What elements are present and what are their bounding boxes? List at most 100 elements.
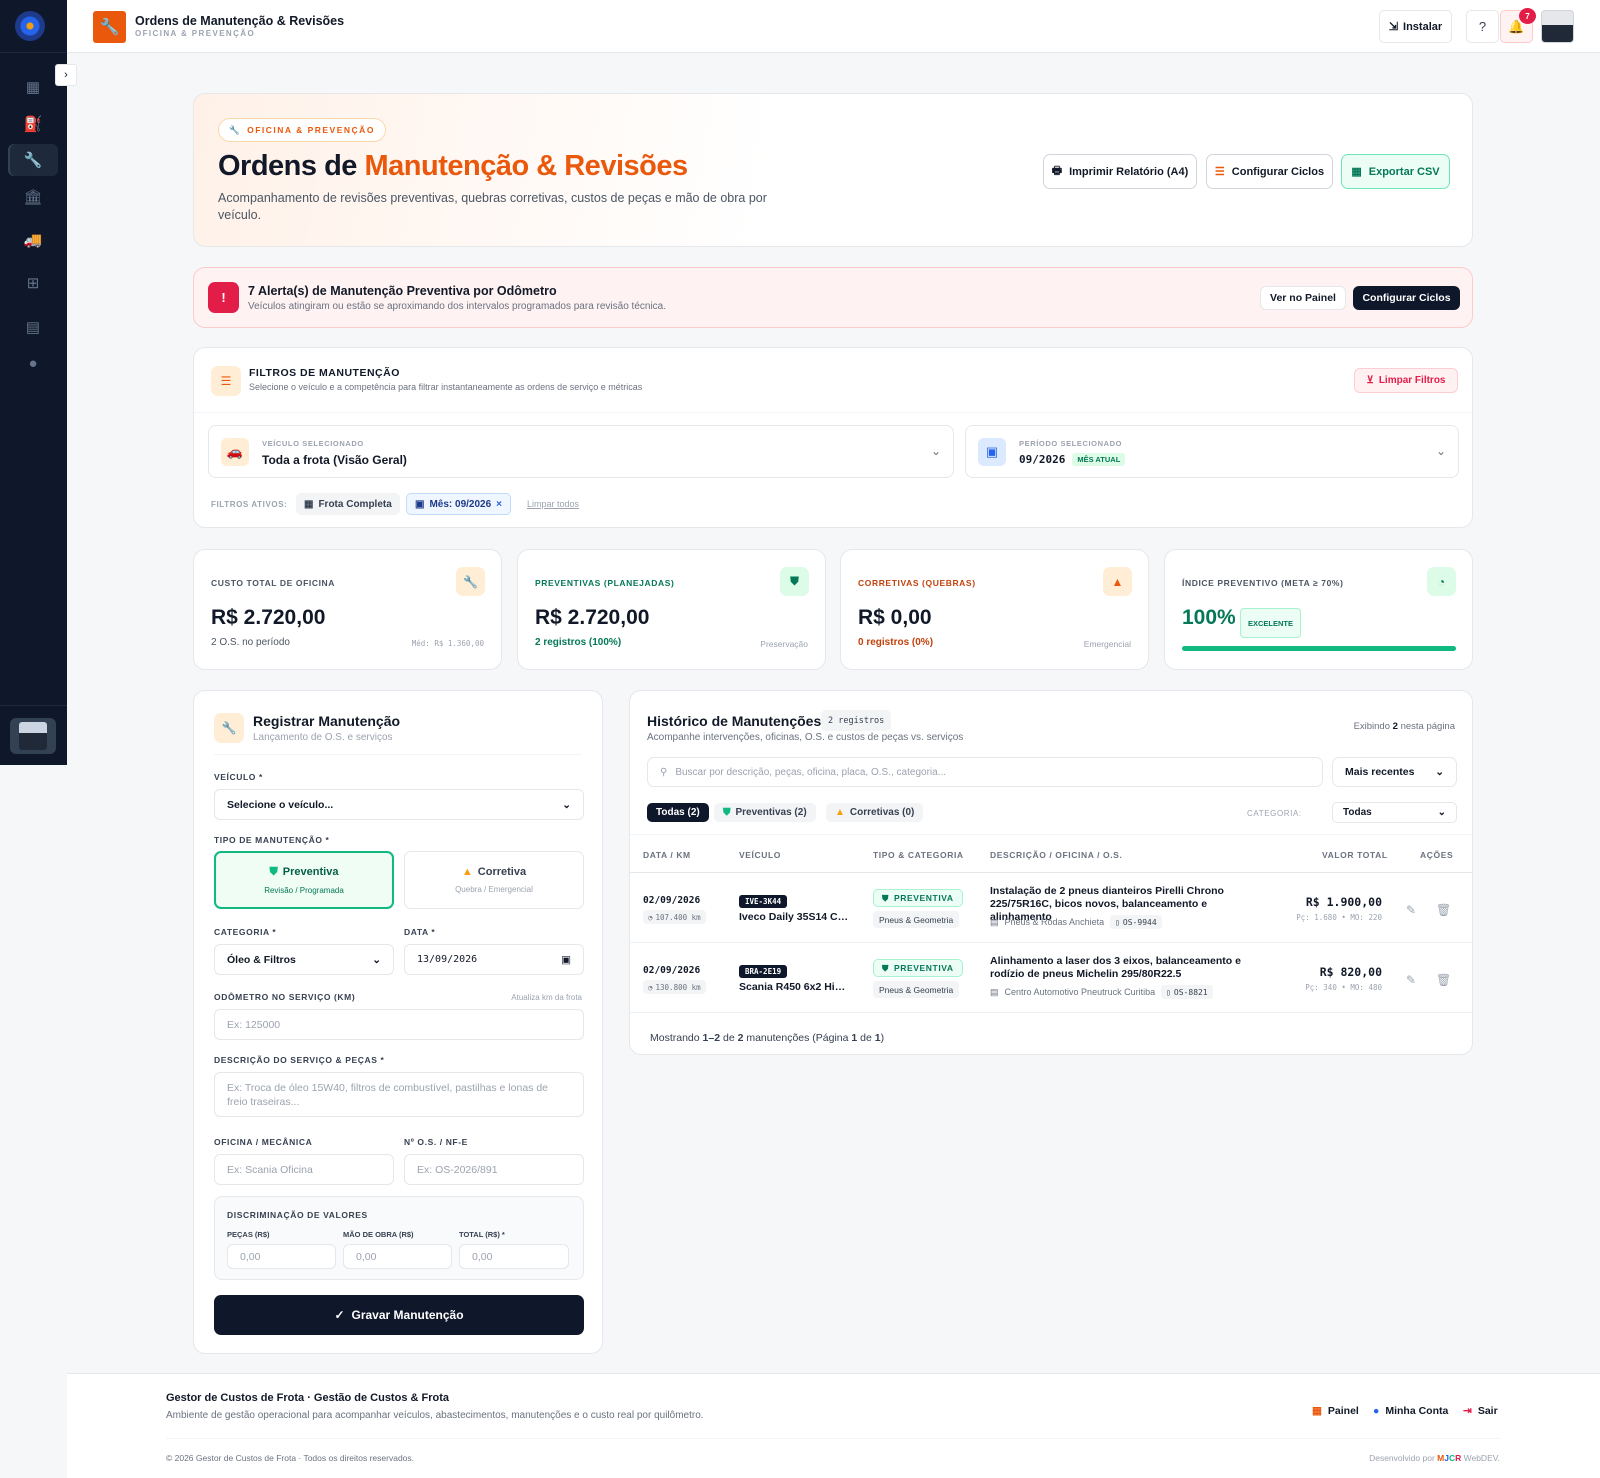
grid-icon[interactable]: ⊞ bbox=[8, 267, 58, 299]
os-number-input[interactable]: Ex: OS-2026/891 bbox=[404, 1154, 584, 1185]
app-logo[interactable] bbox=[15, 11, 45, 41]
edit-icon[interactable]: ✎ bbox=[1406, 973, 1416, 987]
row-os: ▯ OS-9944 bbox=[1110, 915, 1162, 929]
description-textarea[interactable]: Ex: Troca de óleo 15W40, filtros de comb… bbox=[214, 1072, 584, 1117]
history-count-badge: 2 registros bbox=[821, 710, 892, 731]
hero-title: Ordens de Manutenção & Revisões bbox=[218, 150, 688, 183]
row-vehicle: Iveco Daily 35S14 Ch... bbox=[739, 911, 849, 923]
shield-check-icon: ⛊ bbox=[882, 892, 889, 903]
help-icon[interactable]: ? bbox=[1466, 10, 1499, 43]
filters-description: Selecione o veículo e a competência para… bbox=[249, 382, 643, 392]
preventive-type-option[interactable]: ⛊ Preventiva Revisão / Programada bbox=[214, 851, 394, 909]
sidebar-toggle-chevron-icon[interactable]: › bbox=[55, 64, 77, 86]
export-csv-button[interactable]: ▦ Exportar CSV bbox=[1341, 154, 1450, 189]
footer-link-panel[interactable]: ▦ Painel bbox=[1312, 1405, 1359, 1417]
truck-icon[interactable]: 🚚 bbox=[8, 224, 58, 256]
kpi-sub: 0 registros (0%) bbox=[858, 637, 934, 648]
search-placeholder: Buscar por descrição, peças, oficina, pl… bbox=[675, 766, 947, 778]
corrective-type-option[interactable]: ▲ Corretiva Quebra / Emergencial bbox=[404, 851, 584, 909]
alert-description: Veículos atingiram ou estão se aproximan… bbox=[248, 301, 667, 312]
install-label: Instalar bbox=[1403, 20, 1443, 33]
calendar-icon: ▣ bbox=[415, 498, 425, 510]
row-date: 02/09/2026 bbox=[643, 965, 701, 976]
sort-dropdown[interactable]: Mais recentes ⌄ bbox=[1332, 757, 1457, 787]
trash-icon[interactable]: 🗑 bbox=[1436, 903, 1451, 917]
kpi-label: CORRETIVAS (QUEBRAS) bbox=[858, 578, 976, 588]
hero-card: 🔧 OFICINA & PREVENÇÃO Ordens de Manutençã… bbox=[193, 93, 1473, 247]
export-csv-label: Exportar CSV bbox=[1368, 165, 1440, 178]
filters-divider bbox=[194, 412, 1472, 413]
history-category-dropdown[interactable]: Todas ⌄ bbox=[1332, 802, 1457, 823]
shield-check-icon: ⛊ bbox=[882, 962, 889, 973]
chevron-down-icon: ⌄ bbox=[930, 444, 941, 458]
date-input[interactable]: 13/09/2026 ▣ bbox=[404, 944, 584, 975]
configure-cycles-button[interactable]: ☰ Configurar Ciclos bbox=[1206, 154, 1333, 189]
parts-label: PEÇAS (R$) bbox=[227, 1230, 270, 1239]
foot-text: Mostrando bbox=[650, 1032, 703, 1044]
kpi-sub: 2 O.S. no período bbox=[211, 637, 290, 648]
clear-all-link[interactable]: Limpar todos bbox=[527, 499, 579, 509]
parts-input[interactable]: 0,00 bbox=[227, 1244, 336, 1269]
history-search-input[interactable]: ⚲ Buscar por descrição, peças, oficina, p… bbox=[647, 757, 1323, 787]
tab-all[interactable]: Todas (2) bbox=[647, 803, 709, 822]
progress-track bbox=[1182, 646, 1456, 651]
shop-label: OFICINA / MECÂNICA bbox=[214, 1137, 313, 1147]
sidebar-avatar[interactable] bbox=[10, 718, 56, 754]
table-row[interactable]: 02/09/2026 ◔ 107.400 km IVE-3K44 Iveco Da… bbox=[630, 873, 1472, 943]
trash-icon[interactable]: 🗑 bbox=[1436, 973, 1451, 987]
close-icon[interactable]: × bbox=[496, 499, 502, 510]
labor-input[interactable]: 0,00 bbox=[343, 1244, 452, 1269]
search-icon: ⚲ bbox=[660, 766, 668, 778]
chevron-down-icon: ⌄ bbox=[562, 798, 571, 811]
kpi-label: PREVENTIVAS (PLANEJADAS) bbox=[535, 578, 675, 588]
column-header: VALOR TOTAL bbox=[1322, 850, 1388, 860]
kpi-value: 100% bbox=[1182, 606, 1236, 629]
edit-icon[interactable]: ✎ bbox=[1406, 903, 1416, 917]
shop-input[interactable]: Ex: Scania Oficina bbox=[214, 1154, 394, 1185]
date-label: DATA * bbox=[404, 927, 436, 937]
row-shop-name: Centro Automotivo Pneutruck Curitiba bbox=[1004, 987, 1156, 997]
chevron-down-icon: ⌄ bbox=[1437, 807, 1446, 818]
history-title: Histórico de Manutenções bbox=[647, 713, 822, 729]
alert-configure-cycles-button[interactable]: Configurar Ciclos bbox=[1353, 286, 1460, 310]
vehicle-select[interactable]: 🚗 VEÍCULO SELECIONADO Toda a frota (Visã… bbox=[208, 425, 954, 478]
row-type-label: PREVENTIVA bbox=[893, 963, 954, 973]
table-row[interactable]: 02/09/2026 ◔ 130.800 km BRA-2E19 Scania R… bbox=[630, 943, 1472, 1013]
tab-preventive[interactable]: ⛊ Preventivas (2) bbox=[714, 803, 816, 822]
footer-link-logout[interactable]: ⇥ Sair bbox=[1463, 1405, 1498, 1417]
odometer-input[interactable]: Ex: 125000 bbox=[214, 1009, 584, 1040]
hero-title-prefix: Ordens de bbox=[218, 150, 365, 182]
clear-filters-button[interactable]: ⊻ Limpar Filtros bbox=[1354, 368, 1458, 393]
print-report-button[interactable]: 🖶 Imprimir Relatório (A4) bbox=[1043, 154, 1197, 189]
user-avatar[interactable] bbox=[1541, 10, 1574, 43]
period-select[interactable]: ▣ PERÍODO SELECIONADO 09/2026 MÊS ATUAL ⌄ bbox=[965, 425, 1459, 478]
alert-icon: ! bbox=[208, 282, 239, 313]
row-category: Pneus & Geometria bbox=[873, 911, 960, 928]
kpi-preventive-index: ÍNDICE PREVENTIVO (META ≥ 70%) ◔ 100% EX… bbox=[1164, 549, 1473, 670]
sliders-icon: ☰ bbox=[211, 366, 241, 396]
month-filter-chip[interactable]: ▣ Mês: 09/2026 × bbox=[406, 493, 512, 515]
calendar-icon[interactable]: ▣ bbox=[561, 954, 571, 966]
fleet-filter-chip[interactable]: ▦ Frota Completa bbox=[296, 493, 400, 515]
column-header: DATA / KM bbox=[643, 850, 691, 860]
vehicle-dropdown[interactable]: Selecione o veículo... ⌄ bbox=[214, 789, 584, 820]
category-dropdown[interactable]: Óleo & Filtros ⌄ bbox=[214, 944, 394, 975]
fuel-icon[interactable]: ⛽ bbox=[8, 108, 58, 140]
total-input[interactable]: 0,00 bbox=[459, 1244, 569, 1269]
account-icon[interactable]: ● bbox=[8, 347, 58, 379]
footer-link-account[interactable]: ● Minha Conta bbox=[1373, 1405, 1448, 1417]
install-button[interactable]: ⇲ Instalar bbox=[1379, 10, 1452, 43]
tab-corrective[interactable]: ▲ Corretivas (0) bbox=[826, 803, 924, 822]
dashboard-icon[interactable]: ▦ bbox=[8, 71, 58, 103]
history-category-label: CATEGORIA: bbox=[1247, 809, 1302, 818]
wrench-icon[interactable]: 🔧 bbox=[8, 144, 58, 176]
excellent-badge: EXCELENTE bbox=[1240, 608, 1302, 638]
active-filters-label: FILTROS ATIVOS: bbox=[211, 500, 288, 509]
save-maintenance-button[interactable]: ✓ Gravar Manutenção bbox=[214, 1295, 584, 1335]
labor-label: MÃO DE OBRA (R$) bbox=[343, 1230, 414, 1239]
bank-icon[interactable]: 🏛 bbox=[8, 181, 58, 213]
corrective-option-title: Corretiva bbox=[477, 866, 527, 878]
building-icon[interactable]: ▤ bbox=[8, 311, 58, 343]
view-panel-button[interactable]: Ver no Painel bbox=[1260, 286, 1346, 310]
row-description: Alinhamento a laser dos 3 eixos, balance… bbox=[990, 955, 1241, 980]
